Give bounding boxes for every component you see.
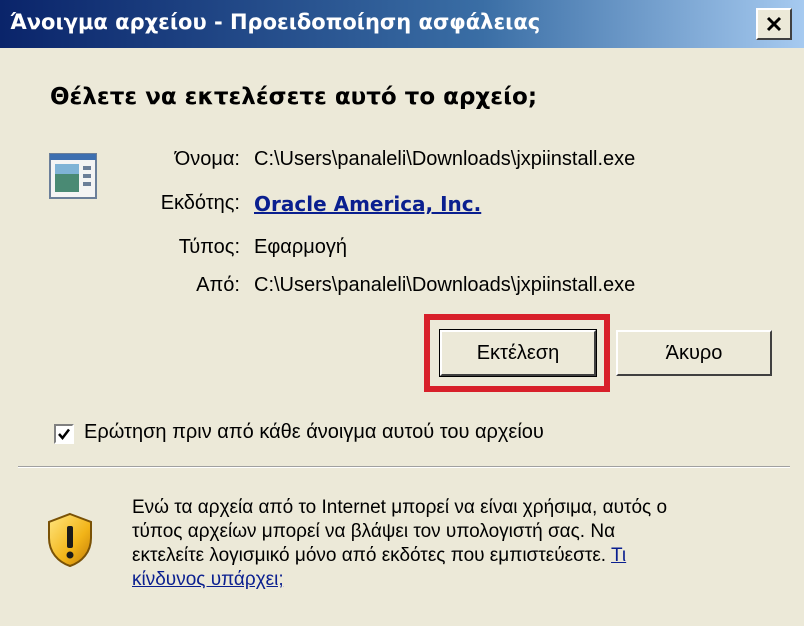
separator: [18, 466, 790, 468]
warning-line-4: κίνδυνος υπάρχει;: [132, 568, 782, 592]
name-value: C:\Users\panaleli\Downloads\jxpiinstall.…: [254, 148, 636, 170]
warning-line-1: Ενώ τα αρχεία από το Internet μπορεί να …: [132, 497, 668, 518]
cancel-button[interactable]: Άκυρο: [616, 330, 772, 376]
from-value: C:\Users\panaleli\Downloads\jxpiinstall.…: [254, 274, 636, 296]
window-title: Άνοιγμα αρχείου - Προειδοποίηση ασφάλεια…: [10, 10, 541, 34]
publisher-label: Εκδότης:: [160, 192, 240, 214]
close-button[interactable]: [756, 8, 792, 40]
checkmark-icon: [58, 428, 70, 440]
run-button[interactable]: Εκτέλεση: [439, 329, 597, 377]
warning-text: Ενώ τα αρχεία από το Internet μπορεί να …: [132, 496, 782, 592]
risk-link-part-1[interactable]: Τι: [611, 545, 626, 566]
checkbox-label[interactable]: Ερώτηση πριν από κάθε άνοιγμα αυτού του …: [84, 421, 544, 444]
shield-warning-icon: [48, 512, 92, 568]
title-bar[interactable]: Άνοιγμα αρχείου - Προειδοποίηση ασφάλεια…: [0, 0, 804, 48]
warning-line-3-text: εκτελείτε λογισμικό μόνο από εκδότες που…: [132, 545, 612, 566]
publisher-value: Oracle America, Inc.: [254, 192, 481, 217]
warning-line-2: τύπος αρχείων μπορεί να βλάψει τον υπολο…: [132, 521, 616, 542]
name-label: Όνομα:: [174, 148, 240, 170]
from-label: Από:: [196, 274, 240, 296]
close-icon: [766, 16, 782, 32]
dialog-question: Θέλετε να εκτελέσετε αυτό το αρχείο;: [50, 84, 538, 110]
type-value: Εφαρμογή: [254, 236, 348, 258]
risk-link-part-2[interactable]: κίνδυνος υπάρχει;: [132, 569, 284, 590]
ask-before-open-checkbox[interactable]: [54, 424, 74, 444]
publisher-link[interactable]: Oracle America, Inc.: [254, 192, 481, 216]
type-label: Τύπος:: [178, 236, 240, 258]
warning-line-3: εκτελείτε λογισμικό μόνο από εκδότες που…: [132, 544, 782, 568]
security-warning-dialog: Άνοιγμα αρχείου - Προειδοποίηση ασφάλεια…: [0, 0, 804, 626]
